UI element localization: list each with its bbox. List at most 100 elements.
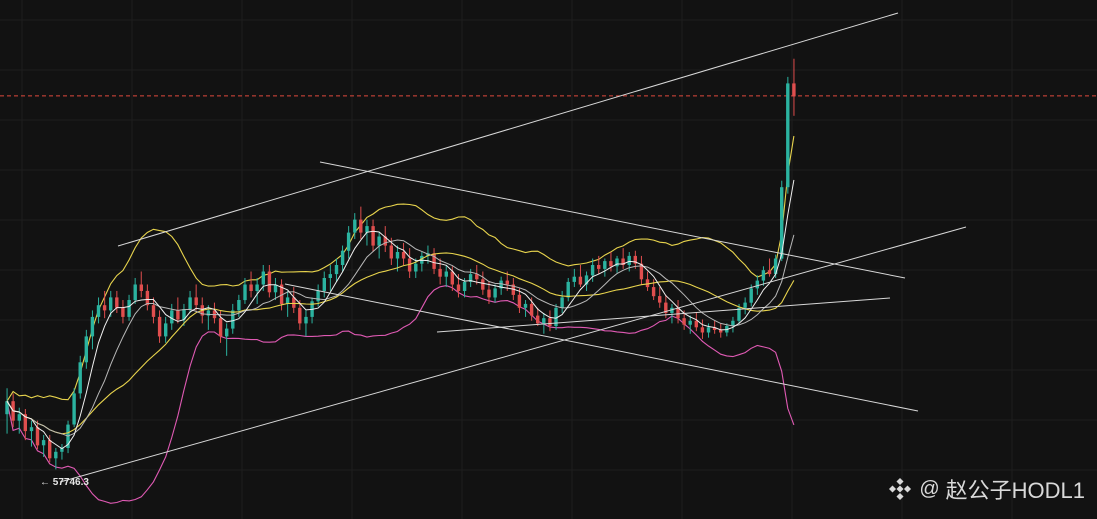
candle-body [560, 297, 564, 308]
candle-body [371, 226, 375, 246]
candle-body [127, 300, 131, 317]
trendline [436, 297, 891, 333]
candle-body [590, 265, 595, 276]
candle-body [17, 414, 21, 421]
candle-body [151, 305, 156, 317]
candle-body [121, 307, 125, 317]
candle-body [176, 310, 180, 320]
candle-body [731, 320, 735, 326]
bollinger-lower-line [6, 285, 795, 504]
candle-body [493, 288, 497, 298]
candle-body [481, 279, 485, 290]
candle-body [115, 297, 119, 308]
candle-body [456, 284, 461, 291]
candle-body [231, 310, 235, 329]
candle-body [334, 265, 339, 275]
candle-body [35, 427, 40, 446]
candle-body [450, 271, 454, 285]
candle-body [225, 328, 229, 337]
ma-mid-line [6, 234, 795, 437]
watermark-text: 赵公子HODL1 [945, 478, 1085, 503]
candle-body [517, 294, 522, 308]
candle-body [755, 280, 759, 289]
candle-body [41, 440, 46, 446]
candle-body [267, 271, 272, 293]
candle-body [566, 281, 570, 298]
candle-body [298, 307, 302, 324]
candle-body [444, 271, 448, 277]
candle-body [170, 310, 174, 324]
candle-body [328, 274, 332, 278]
candle-body [700, 327, 705, 333]
candle-body [749, 288, 753, 303]
candle-body [694, 320, 698, 328]
candle-body [529, 303, 534, 316]
candle-body [164, 323, 168, 337]
candle-body [395, 252, 400, 259]
candle-body [682, 318, 686, 325]
candle-body [706, 327, 711, 333]
candle-body [651, 287, 656, 297]
candle-body [109, 297, 113, 311]
candle-body [743, 302, 747, 308]
candle-body [133, 284, 137, 301]
candle-body [243, 284, 247, 301]
price-chart [0, 0, 1097, 519]
low-price-label: ← 57746.3 [40, 477, 89, 488]
candle-body [761, 270, 766, 281]
candle-body [72, 393, 76, 425]
candle-body [359, 219, 363, 233]
candle-body [548, 318, 552, 326]
candle-body [658, 296, 662, 303]
candle-body [353, 219, 357, 233]
bollinger-upper-line [6, 135, 795, 402]
candle-body [609, 261, 613, 267]
candle-body [48, 440, 52, 459]
candle-body [688, 320, 692, 325]
candle-body [536, 315, 540, 324]
candle-body [102, 305, 107, 311]
candle-body [90, 316, 95, 337]
grid [0, 0, 1097, 519]
low-arrow: ← [40, 477, 50, 488]
candle-body [139, 284, 143, 291]
candle-body [249, 284, 253, 291]
candle-body [255, 284, 259, 291]
candle-body [261, 271, 265, 285]
candle-body [194, 297, 198, 306]
candle-body [54, 451, 58, 459]
candle-body [389, 245, 393, 259]
chart-area: ← 57746.3 @ 赵公子HODL1 [0, 0, 1097, 519]
candle-body [401, 252, 406, 259]
candle-body [542, 318, 546, 324]
candle-body [78, 362, 82, 394]
candle-body [487, 289, 491, 298]
candle-body [304, 316, 308, 324]
candle-body [157, 316, 162, 337]
candle-body [84, 336, 88, 363]
trendline [59, 226, 967, 483]
candle-body [627, 255, 631, 265]
candle-body [767, 270, 772, 275]
candle-body [316, 290, 320, 302]
trendlines[interactable] [59, 12, 967, 483]
candle-body [572, 276, 576, 282]
candle-body [438, 268, 442, 277]
candle-body [322, 278, 326, 291]
candle-body [505, 280, 509, 285]
candle-body [340, 250, 345, 265]
candle-body [792, 83, 796, 97]
watermark: @ 赵公子HODL1 [887, 473, 1085, 505]
candle-body [237, 300, 241, 311]
candle-body [29, 427, 34, 432]
candle-body [346, 232, 351, 251]
candle-body [523, 303, 528, 308]
candle-body [218, 318, 223, 337]
ma-slow-line [6, 252, 795, 435]
candle-body [377, 236, 381, 246]
candle-body [597, 265, 601, 269]
low-value: 57746.3 [52, 477, 89, 488]
candle-body [285, 297, 290, 304]
candle-body [603, 261, 607, 269]
candle-body [462, 281, 467, 291]
